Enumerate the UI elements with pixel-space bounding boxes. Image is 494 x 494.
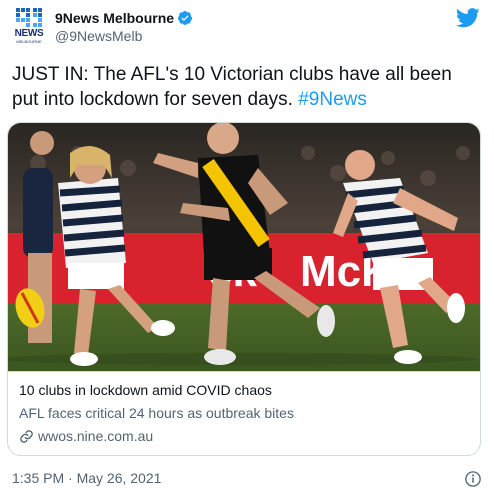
nine-news-logo-icon[interactable]: NEWS MELBOURNE — [12, 7, 46, 45]
link-icon — [20, 429, 33, 443]
card-image[interactable]: ck McKe — [8, 123, 480, 371]
card-domain-row[interactable]: wwos.nine.com.au — [19, 428, 153, 444]
author-name-row[interactable]: 9News Melbourne — [55, 10, 193, 26]
author-handle[interactable]: @9NewsMelb — [55, 28, 142, 44]
logo-tagline: MELBOURNE — [16, 39, 42, 44]
tweet-timestamp[interactable]: 1:35 PM · May 26, 2021 — [12, 470, 161, 486]
logo-text: NEWS — [14, 28, 44, 39]
tweet-text: JUST IN: The AFL's 10 Victorian clubs ha… — [12, 62, 482, 112]
hashtag-link[interactable]: #9News — [298, 89, 367, 110]
card-body[interactable]: 10 clubs in lockdown amid COVID chaos AF… — [8, 371, 480, 455]
nine-dots-mark — [16, 8, 42, 27]
display-name[interactable]: 9News Melbourne — [55, 10, 174, 26]
verified-badge-icon — [178, 11, 193, 25]
card-domain[interactable]: wwos.nine.com.au — [38, 428, 153, 444]
card-title[interactable]: 10 clubs in lockdown amid COVID chaos — [19, 382, 272, 398]
twitter-bird-icon[interactable] — [456, 8, 480, 28]
tweet-body: JUST IN: The AFL's 10 Victorian clubs ha… — [12, 64, 452, 110]
link-preview-card[interactable]: ck McKe — [7, 122, 481, 456]
card-description: AFL faces critical 24 hours as outbreak … — [19, 405, 294, 421]
tweet-embed: NEWS MELBOURNE 9News Melbourne @9NewsMel… — [0, 0, 494, 494]
info-icon[interactable] — [464, 470, 482, 488]
